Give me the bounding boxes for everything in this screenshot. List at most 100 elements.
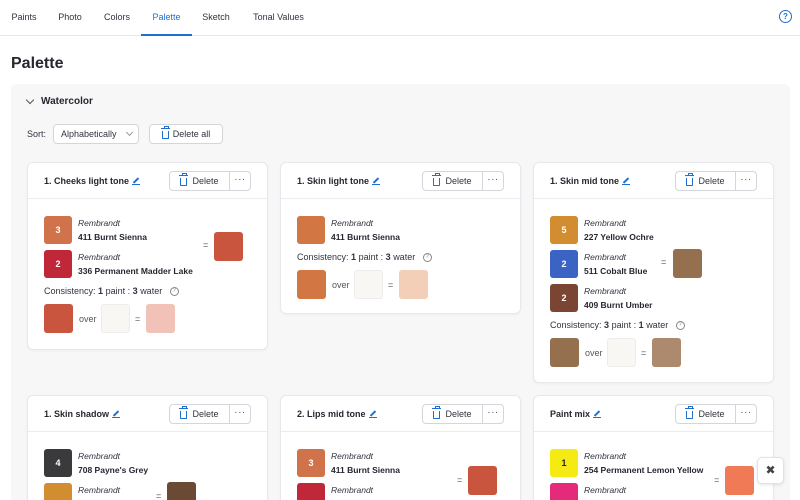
delete-button[interactable]: Delete [423,405,483,423]
collapse-icon[interactable]: ✖ [757,457,784,484]
mix-card: 1. Skin shadow Delete ··· 4 Rembrandt 70… [27,395,268,500]
more-options-button[interactable]: ··· [230,172,250,190]
more-options-button[interactable]: ··· [483,405,503,423]
card-title-text: 1. Skin shadow [44,409,110,419]
more-options-button[interactable]: ··· [736,405,756,423]
edit-icon[interactable] [132,177,141,185]
card-title-text: Paint mix [550,409,591,419]
paint-swatch [297,483,325,500]
tab-tonal-values[interactable]: Tonal Values [252,0,305,36]
more-options-button[interactable]: ··· [230,405,250,423]
question-circle-icon[interactable]: ? [169,287,179,297]
help-icon[interactable]: ? [779,10,792,23]
equals-sign: = [661,257,667,267]
result-swatch [146,304,175,333]
edit-icon[interactable] [593,410,602,418]
paint-name: 411 Burnt Sienna [331,465,400,475]
more-options-button[interactable]: ··· [483,172,503,190]
paint-name: 227 Yellow Ochre [584,232,654,242]
card-title[interactable]: 1. Skin mid tone [550,176,631,186]
equals-sign: = [457,475,463,485]
delete-all-button[interactable]: Delete all [149,124,223,144]
paint-swatch: 2 [44,250,72,278]
edit-icon[interactable] [622,177,631,185]
more-options-button[interactable]: ··· [736,172,756,190]
equals-sign: = [388,280,394,290]
card-title[interactable]: 2. Lips mid tone [297,409,377,419]
delete-button[interactable]: Delete [676,405,736,423]
card-actions: Delete ··· [169,171,251,191]
paint-swatch: 2 [550,250,578,278]
mix-card: Paint mix Delete ··· 1 Rembrandt 254 Per… [533,395,774,500]
paint-name: 511 Cobalt Blue [584,266,648,276]
result-swatch [652,338,681,367]
question-circle-icon[interactable]: ? [675,321,685,331]
card-actions: Delete ··· [169,404,251,424]
consistency-text: Consistency: 1 paint : 3 water ? [297,252,432,263]
paint-swatch: 3 [297,449,325,477]
water-swatch [354,270,383,299]
result-swatch [399,270,428,299]
delete-label: Delete [698,409,725,419]
mix-swatch [297,270,326,299]
delete-button[interactable]: Delete [170,405,230,423]
delete-all-label: Delete all [172,129,211,139]
trash-icon [685,173,695,186]
over-label: over [585,348,603,358]
trash-icon [432,173,442,186]
paint-swatch: 1 [550,449,578,477]
paint-name: 254 Permanent Lemon Yellow [584,465,704,475]
card-title-text: 1. Cheeks light tone [44,176,130,186]
top-nav: Paints Photo Colors Palette Sketch Tonal… [0,0,800,36]
tab-photo[interactable]: Photo [58,0,82,36]
paint-swatch: 2 [550,284,578,312]
paint-swatch: 3 [44,216,72,244]
mix-result-swatch [725,466,754,495]
delete-label: Delete [445,176,472,186]
edit-icon[interactable] [112,410,121,418]
tab-palette[interactable]: Palette [141,0,192,36]
mix-swatch [44,304,73,333]
paint-name: 411 Burnt Sienna [331,232,400,242]
chevron-down-icon [125,128,134,137]
paint-swatch: 4 [44,449,72,477]
mix-result-swatch [167,482,196,500]
card-title[interactable]: 1. Skin light tone [297,176,381,186]
section-toggle[interactable]: Watercolor [25,95,93,107]
card-title[interactable]: 1. Skin shadow [44,409,121,419]
consistency-text: Consistency: 3 paint : 1 water ? [550,320,685,331]
question-circle-icon[interactable]: ? [422,253,432,263]
edit-icon[interactable] [368,410,377,418]
trash-icon [179,406,189,419]
tab-colors[interactable]: Colors [103,0,131,36]
equals-sign: = [135,314,141,324]
paint-brand: Rembrandt [331,218,374,228]
paint-brand: Rembrandt [78,485,121,495]
trash-icon [685,406,695,419]
card-actions: Delete ··· [675,404,757,424]
tab-paints[interactable]: Paints [11,0,37,36]
card-title[interactable]: Paint mix [550,409,602,419]
sort-select[interactable]: Alphabetically [53,124,139,144]
water-swatch [607,338,636,367]
card-header: 1. Skin shadow Delete ··· [28,396,267,432]
paint-brand: Rembrandt [584,218,627,228]
mix-card: 1. Skin light tone Delete ··· Rembrandt … [280,162,521,314]
delete-label: Delete [192,409,219,419]
equals-sign: = [714,475,720,485]
mix-result-swatch [673,249,702,278]
mix-card: 1. Cheeks light tone Delete ··· 3 Rembra… [27,162,268,350]
card-title[interactable]: 1. Cheeks light tone [44,176,141,186]
over-label: over [79,314,97,324]
delete-button[interactable]: Delete [423,172,483,190]
edit-icon[interactable] [372,177,381,185]
paint-brand: Rembrandt [331,451,374,461]
delete-button[interactable]: Delete [170,172,230,190]
delete-button[interactable]: Delete [676,172,736,190]
page-title: Palette [11,55,64,72]
delete-label: Delete [698,176,725,186]
paint-brand: Rembrandt [331,485,374,495]
equals-sign: = [641,348,647,358]
tab-sketch[interactable]: Sketch [202,0,230,36]
paint-brand: Rembrandt [78,252,121,262]
